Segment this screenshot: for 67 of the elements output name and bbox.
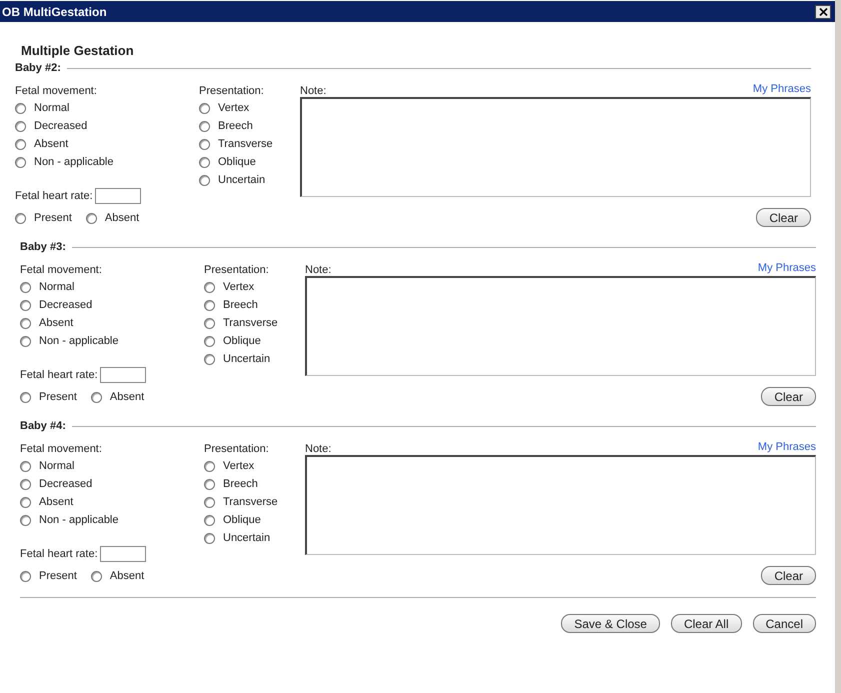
radio-option[interactable]: Breech	[204, 475, 258, 493]
clear-button[interactable]: Clear	[756, 208, 811, 227]
note-field[interactable]	[305, 455, 816, 555]
field-label: Presentation:	[199, 84, 265, 99]
radio-option[interactable]: Uncertain	[199, 171, 266, 189]
radio-option[interactable]: Absent	[90, 388, 144, 406]
radio-option[interactable]: Vertex	[199, 99, 250, 117]
section-title: Baby #2:	[15, 62, 61, 74]
dialog-heading: Multiple Gestation	[21, 43, 135, 60]
radio-option[interactable]: Uncertain	[204, 350, 270, 368]
clear-button[interactable]: Clear	[761, 387, 816, 406]
clear-button[interactable]: Clear	[761, 566, 816, 585]
dialog-button[interactable]: Clear All	[670, 614, 742, 633]
note-field[interactable]	[305, 276, 816, 376]
radio-option[interactable]: Vertex	[204, 278, 254, 296]
field-label: Presentation:	[204, 442, 270, 457]
close-icon	[818, 8, 828, 16]
field-label: Presentation:	[204, 263, 270, 278]
my-phrases-link[interactable]: My Phrases	[758, 262, 816, 274]
input-field[interactable]	[100, 546, 146, 562]
radio-option[interactable]: Present	[20, 388, 77, 406]
input-field[interactable]	[100, 367, 146, 383]
dialog-button[interactable]: Save & Close	[561, 614, 660, 633]
field-label: Note:	[305, 263, 332, 278]
radio-option[interactable]: Uncertain	[204, 529, 270, 547]
radio-option[interactable]: Vertex	[204, 457, 254, 475]
radio-option[interactable]: Normal	[15, 99, 70, 117]
field-label: Fetal movement:	[20, 442, 103, 457]
field-label: Fetal heart rate:	[15, 189, 93, 204]
radio-option[interactable]: Oblique	[199, 153, 256, 171]
radio-option[interactable]: Transverse	[204, 493, 278, 511]
close-button[interactable]	[815, 4, 831, 18]
window-title: OB MultiGestation	[2, 4, 107, 18]
radio-option[interactable]: Oblique	[204, 511, 261, 529]
my-phrases-link[interactable]: My Phrases	[752, 83, 811, 95]
field-label: Fetal heart rate:	[20, 368, 98, 383]
radio-option[interactable]: Decreased	[20, 296, 92, 314]
radio-option[interactable]: Normal	[20, 278, 74, 296]
radio-option[interactable]: Non - applicable	[15, 153, 114, 171]
radio-option[interactable]: Normal	[20, 457, 74, 475]
radio-option[interactable]: Absent	[15, 135, 68, 153]
radio-option[interactable]: Decreased	[15, 117, 88, 135]
dialog-button[interactable]: Cancel	[752, 614, 816, 633]
radio-option[interactable]: Non - applicable	[20, 511, 118, 529]
field-label: Note:	[305, 442, 332, 457]
my-phrases-link[interactable]: My Phrases	[758, 441, 816, 453]
radio-option[interactable]: Absent	[86, 209, 140, 227]
radio-option[interactable]: Non - applicable	[20, 332, 118, 350]
section-title: Baby #3:	[20, 241, 66, 253]
radio-option[interactable]: Absent	[20, 314, 74, 332]
field-label: Fetal heart rate:	[20, 547, 98, 562]
radio-option[interactable]: Decreased	[20, 475, 92, 493]
radio-option[interactable]: Transverse	[204, 314, 278, 332]
radio-option[interactable]: Transverse	[199, 135, 273, 153]
input-field[interactable]	[94, 188, 141, 204]
note-field[interactable]	[300, 97, 811, 197]
field-label: Note:	[300, 84, 326, 99]
radio-option[interactable]: Absent	[20, 493, 74, 511]
section-title: Baby #4:	[20, 420, 66, 432]
radio-option[interactable]: Breech	[204, 296, 258, 314]
radio-option[interactable]: Present	[20, 567, 77, 585]
radio-option[interactable]: Oblique	[204, 332, 261, 350]
radio-option[interactable]: Present	[15, 209, 72, 227]
field-label: Fetal movement:	[15, 84, 98, 99]
field-label: Fetal movement:	[20, 263, 103, 278]
radio-option[interactable]: Absent	[90, 567, 144, 585]
radio-option[interactable]: Breech	[199, 117, 253, 135]
